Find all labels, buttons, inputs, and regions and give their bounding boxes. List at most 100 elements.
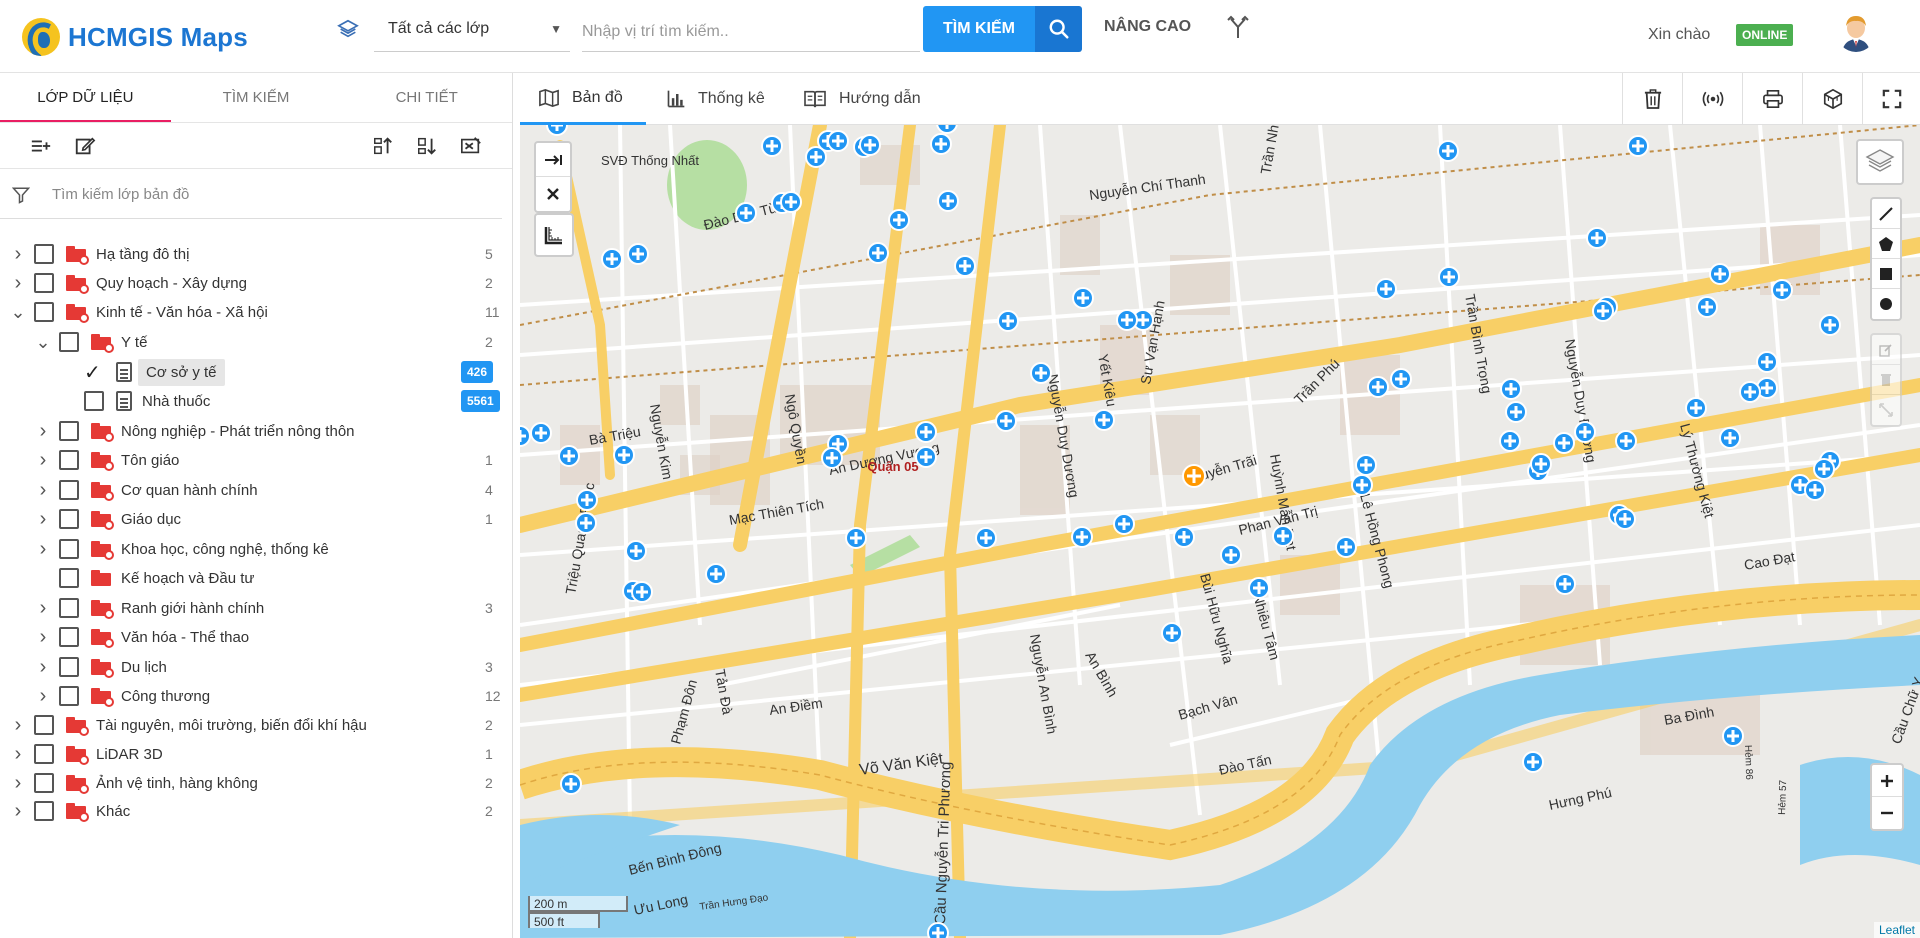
chevron-right-icon[interactable]: › [33, 508, 53, 531]
chevron-right-icon[interactable]: › [33, 656, 53, 679]
hospital-marker[interactable] [1627, 135, 1649, 157]
tab-details[interactable]: CHI TIẾT [341, 73, 512, 122]
hospital-marker[interactable] [821, 447, 843, 469]
hospital-marker[interactable] [1505, 401, 1527, 423]
layer-tree-item[interactable]: ✓ Cơ sở y tế 426 [58, 357, 505, 387]
hospital-marker[interactable] [1586, 227, 1608, 249]
hospital-marker[interactable] [1438, 266, 1460, 288]
hospital-marker[interactable] [1072, 287, 1094, 309]
hospital-marker[interactable] [915, 446, 937, 468]
hospital-marker[interactable] [1390, 368, 1412, 390]
hospital-marker[interactable] [761, 135, 783, 157]
clear-layers-icon[interactable] [460, 135, 482, 157]
drag-shape-button[interactable] [1872, 395, 1900, 425]
hospital-marker[interactable] [735, 202, 757, 224]
hospital-marker[interactable] [1530, 453, 1552, 475]
chevron-right-icon[interactable]: › [33, 449, 53, 472]
layer-tree-item[interactable]: Nhà thuốc 5561 [58, 386, 505, 416]
edit-icon[interactable] [74, 135, 96, 157]
print-button[interactable] [1742, 73, 1802, 125]
layer-checkbox[interactable] [34, 773, 54, 793]
chevron-right-icon[interactable]: › [33, 538, 53, 561]
layer-tree-item[interactable]: › Ranh giới hành chính 3 [33, 593, 505, 623]
layer-tree-item[interactable]: › Quy hoạch - Xây dựng 2 [8, 268, 505, 298]
hospital-marker[interactable] [1553, 432, 1575, 454]
hospital-marker[interactable] [575, 512, 597, 534]
tab-search[interactable]: TÌM KIẾM [171, 73, 342, 122]
chevron-right-icon[interactable]: › [8, 272, 28, 295]
chevron-right-icon[interactable]: › [8, 772, 28, 795]
hospital-marker[interactable] [560, 773, 582, 795]
layer-tree-item[interactable]: ⌄ Kinh tế - Văn hóa - Xã hội 11 [8, 297, 505, 327]
layer-checkbox[interactable] [34, 244, 54, 264]
draw-rectangle-button[interactable] [1872, 259, 1900, 289]
zoom-in-button[interactable] [1872, 765, 1902, 797]
layer-checkbox[interactable] [59, 450, 79, 470]
chevron-right-icon[interactable]: › [33, 420, 53, 443]
layer-tree-item[interactable]: › Tôn giáo 1 [33, 445, 505, 475]
layer-tree-item[interactable]: › Cơ quan hành chính 4 [33, 475, 505, 505]
tab-layers[interactable]: LỚP DỮ LIỆU [0, 73, 171, 122]
search-icon-button[interactable] [1035, 6, 1082, 52]
hospital-marker[interactable] [1220, 544, 1242, 566]
layer-tree-item[interactable]: › Giáo dục 1 [33, 504, 505, 534]
hospital-marker[interactable] [631, 581, 653, 603]
chevron-right-icon[interactable]: › [33, 597, 53, 620]
hospital-marker[interactable] [1819, 314, 1841, 336]
layer-checkbox[interactable] [34, 273, 54, 293]
layer-checkbox[interactable] [34, 302, 54, 322]
3d-view-button[interactable] [1802, 73, 1862, 125]
hospital-marker[interactable] [927, 922, 949, 938]
tab-statistics[interactable]: Thống kê [648, 73, 783, 125]
layer-tree-item[interactable]: › Tài nguyên, môi trường, biến đổi khí hậ… [8, 710, 505, 740]
hospital-marker[interactable] [576, 489, 598, 511]
hospital-marker[interactable] [1071, 526, 1093, 548]
layer-tree-item[interactable]: › Nông nghiệp - Phát triển nông thôn [33, 416, 505, 446]
hospital-marker[interactable] [705, 563, 727, 585]
layer-checkbox[interactable] [59, 480, 79, 500]
hospital-marker[interactable] [1093, 409, 1115, 431]
chevron-down-icon[interactable]: ⌄ [33, 333, 53, 351]
map-canvas[interactable]: SVĐ Thống Nhất Nguyễn Chí Thanh Trần Nhâ… [520, 125, 1920, 938]
chevron-right-icon[interactable]: › [8, 743, 28, 766]
attribution-link[interactable]: Leaflet [1873, 922, 1920, 938]
layer-checkbox[interactable] [84, 391, 104, 411]
hospital-marker[interactable] [867, 242, 889, 264]
hospital-marker[interactable] [975, 527, 997, 549]
hospital-marker[interactable] [915, 421, 937, 443]
chevron-right-icon[interactable]: › [33, 626, 53, 649]
hospital-marker[interactable] [1335, 536, 1357, 558]
tab-map[interactable]: Bản đồ [520, 73, 646, 125]
edit-shape-button[interactable] [1872, 335, 1900, 365]
add-list-icon[interactable] [30, 135, 52, 157]
hospital-marker[interactable] [1696, 296, 1718, 318]
hospital-marker[interactable] [1161, 622, 1183, 644]
layer-checkbox[interactable] [59, 332, 79, 352]
hospital-marker[interactable] [1615, 430, 1637, 452]
hospital-marker[interactable] [997, 310, 1019, 332]
pharmacy-poi-marker[interactable] [1182, 464, 1206, 488]
app-logo[interactable]: HCMGIS Maps [22, 18, 248, 56]
measure-button[interactable] [534, 213, 574, 257]
layer-checkbox[interactable] [34, 744, 54, 764]
hospital-marker[interactable] [805, 146, 827, 168]
hospital-marker[interactable] [1709, 263, 1731, 285]
tab-guide[interactable]: Hướng dẫn [785, 73, 939, 125]
hospital-marker[interactable] [888, 209, 910, 231]
hospital-marker[interactable] [930, 133, 952, 155]
draw-line-button[interactable] [1872, 199, 1900, 229]
layer-tree-item[interactable]: › Hạ tầng đô thị 5 [8, 239, 505, 269]
hospital-marker[interactable] [1375, 278, 1397, 300]
chevron-right-icon[interactable]: › [8, 714, 28, 737]
layer-checkbox[interactable] [59, 657, 79, 677]
hospital-marker[interactable] [1173, 526, 1195, 548]
hospital-marker[interactable] [625, 540, 647, 562]
layer-checkbox[interactable] [59, 627, 79, 647]
hospital-marker[interactable] [1030, 362, 1052, 384]
extent-button[interactable] [536, 143, 570, 177]
checkmark-icon[interactable]: ✓ [84, 360, 104, 385]
chevron-right-icon[interactable]: › [33, 685, 53, 708]
layer-select[interactable]: Tất cả các lớp ▼ [374, 10, 570, 52]
layer-checkbox[interactable] [59, 539, 79, 559]
layer-tree-item[interactable]: › Công thương 12 [33, 681, 505, 711]
